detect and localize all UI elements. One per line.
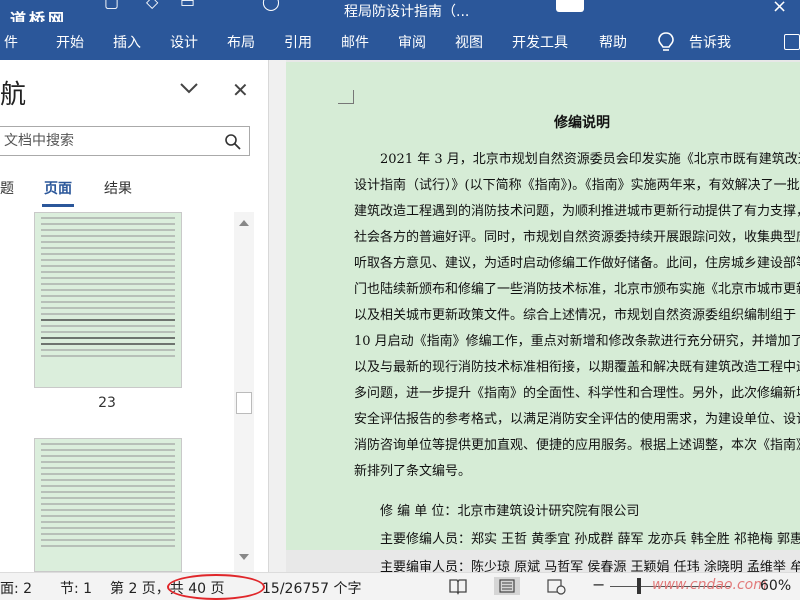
tab-review[interactable]: 审阅 <box>398 32 426 52</box>
print-layout-view[interactable] <box>494 577 520 595</box>
tab-view[interactable]: 视图 <box>455 32 483 52</box>
page-thumbnail[interactable] <box>34 438 182 572</box>
tab-mailings[interactable]: 邮件 <box>341 32 369 52</box>
print-preview-icon[interactable]: ▭ <box>180 0 195 11</box>
thumbnail-page-number: 23 <box>98 395 116 411</box>
main-editors-line: 主要修编人员：郑实 王哲 黄季宜 孙成群 薛军 龙亦兵 韩全胜 祁艳梅 郭惠琴 <box>380 532 800 547</box>
highlight-oval <box>167 574 265 600</box>
tab-insert[interactable]: 插入 <box>113 32 141 52</box>
site-url-watermark: www.cndao.com <box>652 577 767 593</box>
tell-me-search[interactable]: 告诉我 <box>689 32 731 52</box>
paragraph-line: 门也陆续新颁布和修编了一些消防技术标准，北京市颁布实施《北京市城市更新条 <box>354 282 800 297</box>
page-thumbnails: 23 <box>0 212 256 572</box>
active-tab-indicator <box>42 204 74 207</box>
document-title: 程局防设计指南（... <box>344 4 470 20</box>
scroll-down-icon[interactable] <box>239 554 249 560</box>
zoom-level[interactable]: 60% <box>760 578 791 594</box>
tab-headings[interactable]: 题 <box>0 178 14 198</box>
paragraph-line: 以及与最新的现行消防技术标准相衔接，以期覆盖和解决既有建筑改造工程中遇到的 <box>354 360 800 375</box>
paragraph-line: 新排列了条文编号。 <box>354 464 472 479</box>
tab-home[interactable]: 开始 <box>56 32 84 52</box>
read-mode-icon[interactable] <box>448 577 468 595</box>
lightbulb-icon[interactable] <box>656 31 676 53</box>
paragraph-line: 安全评估报告的参考格式，以满足消防安全评估的使用需求，为建设单位、设计单位 <box>354 412 800 427</box>
zoom-slider-thumb[interactable] <box>637 578 641 594</box>
site-watermark: 道桥网 <box>10 10 68 22</box>
tab-references[interactable]: 引用 <box>284 32 312 52</box>
paragraph-line: 2021 年 3 月，北京市规划自然资源委员会印发实施《北京市既有建筑改造工程消 <box>380 152 800 167</box>
touch-mode-icon[interactable]: ◇ <box>146 0 158 11</box>
status-section-label[interactable]: 面: 2 <box>0 578 32 598</box>
tab-help[interactable]: 帮助 <box>599 32 627 52</box>
save-icon[interactable]: ▢ <box>104 0 119 11</box>
tab-file[interactable]: 件 <box>4 32 18 52</box>
document-page[interactable]: 修编说明 2021 年 3 月，北京市规划自然资源委员会印发实施《北京市既有建筑… <box>286 62 800 550</box>
paragraph-line: 社会各方的普遍好评。同时，市规划自然资源委持续开展跟踪问效，收集典型应用案例 <box>354 230 800 245</box>
pane-splitter[interactable] <box>268 60 286 572</box>
paragraph-line: 多问题，进一步提升《指南》的全面性、科学性和合理性。另外，此次修编新增了消 <box>354 386 800 401</box>
title-bar: 道桥网 ▢ ◇ ▭ ◯ 程局防设计指南（... × <box>0 0 800 22</box>
margin-corner-mark <box>338 90 354 104</box>
paragraph-line: 听取各方意见、建议，为适时启动修编工作做好储备。此间，住房城乡建设部等有关 <box>354 256 800 271</box>
navigation-pane: 航 ✕ 题 页面 结果 23 <box>0 60 268 572</box>
nav-search-box[interactable] <box>0 126 250 156</box>
status-word-count[interactable]: 15/26757 个字 <box>262 578 362 598</box>
ribbon-display-options-icon[interactable] <box>784 34 800 50</box>
page-thumbnail[interactable] <box>34 212 182 388</box>
scrollbar-thumb[interactable] <box>236 392 252 414</box>
paragraph-line: 以及相关城市更新政策文件。综合上述情况，市规划自然资源委组织编制组于 2022 <box>354 308 800 323</box>
tab-layout[interactable]: 布局 <box>227 32 255 52</box>
tab-design[interactable]: 设计 <box>170 32 198 52</box>
paragraph-line: 设计指南（试行）》(以下简称《指南》)。《指南》实施两年来，有效解决了一批制约既 <box>354 178 800 193</box>
paragraph-line: 10 月启动《指南》修编工作，重点对新增和修改条款进行充分研究，并增加了条文说明 <box>354 334 800 349</box>
scroll-up-icon[interactable] <box>239 220 249 226</box>
status-section[interactable]: 节: 1 <box>60 578 92 598</box>
tab-developer[interactable]: 开发工具 <box>512 32 568 52</box>
chevron-down-icon[interactable] <box>178 80 200 96</box>
print-layout-icon <box>499 579 515 593</box>
close-icon[interactable]: ✕ <box>232 78 249 102</box>
web-layout-icon[interactable] <box>546 577 566 595</box>
document-area: 修编说明 2021 年 3 月，北京市规划自然资源委员会印发实施《北京市既有建筑… <box>286 60 800 575</box>
zoom-out-icon[interactable]: − <box>592 575 605 594</box>
tab-results[interactable]: 结果 <box>104 178 132 198</box>
thumbnail-scrollbar[interactable] <box>234 212 254 572</box>
nav-search-input[interactable] <box>4 131 204 151</box>
tab-pages[interactable]: 页面 <box>44 178 72 198</box>
section-heading: 修编说明 <box>554 115 610 131</box>
nav-pane-title: 航 <box>0 80 27 110</box>
autosave-icon[interactable]: ◯ <box>262 0 280 11</box>
paragraph-line: 建筑改造工程遇到的消防技术问题，为顺利推进城市更新行动提供了有力支撑，受到 <box>354 204 800 219</box>
paragraph-line: 消防咨询单位等提供更加直观、便捷的应用服务。根据上述调整，本次《指南》修编 <box>354 438 800 453</box>
user-avatar[interactable] <box>556 0 584 12</box>
ribbon-menu: 件 开始 插入 设计 布局 引用 邮件 审阅 视图 开发工具 帮助 告诉我 <box>0 22 800 60</box>
close-window-icon[interactable]: × <box>772 0 787 17</box>
search-icon[interactable] <box>224 133 242 151</box>
editor-unit-line: 修 编 单 位：北京市建筑设计研究院有限公司 <box>380 504 640 519</box>
status-bar: 面: 2 节: 1 第 2 页，共 40 页 15/26757 个字 − www… <box>0 572 800 600</box>
